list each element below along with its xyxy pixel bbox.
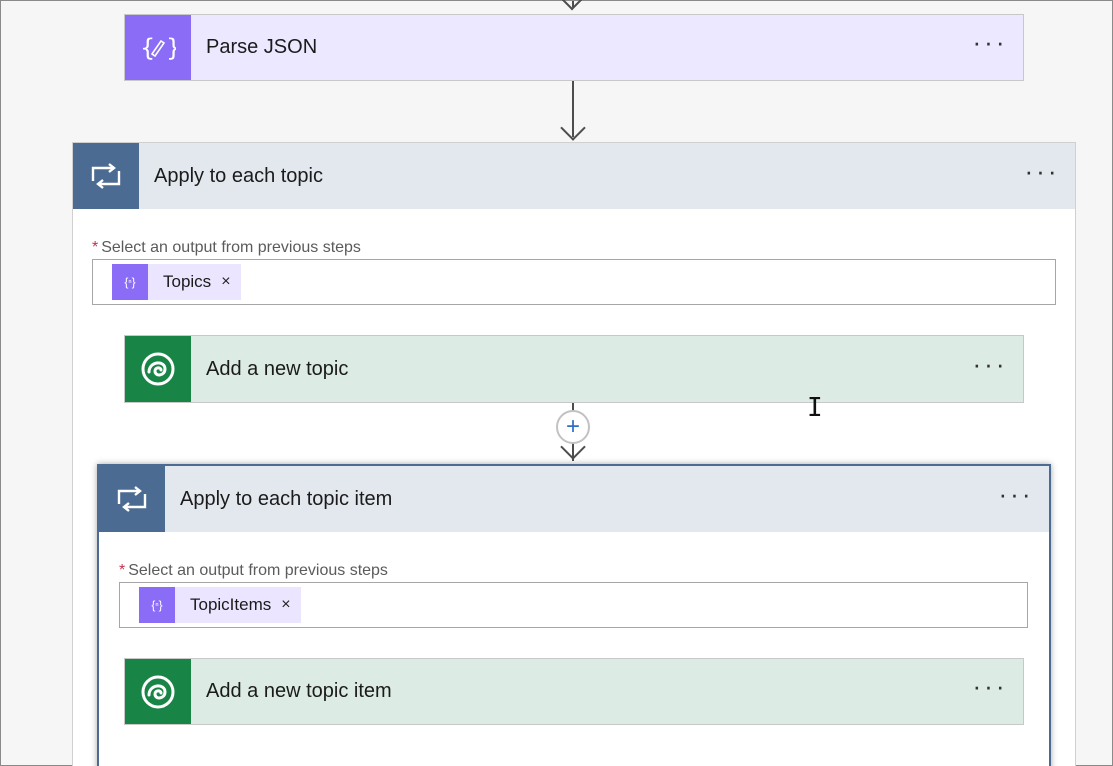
topics-token[interactable]: {ⁿ} Topics × — [112, 264, 241, 300]
apply-to-each-topic-item-title: Apply to each topic item — [180, 487, 393, 510]
add-new-topic-item-title: Add a new topic item — [206, 680, 392, 702]
topicitems-token-label: TopicItems — [190, 595, 272, 614]
topics-token-label: Topics — [163, 272, 212, 291]
outer-field-label-text: Select an output from previous steps — [101, 239, 361, 256]
loop-icon — [99, 466, 165, 532]
inner-output-field[interactable]: {ⁿ} TopicItems × — [119, 582, 1028, 628]
parse-json-title: Parse JSON — [206, 36, 318, 58]
parse-json-action[interactable]: { } Parse JSON ··· — [124, 14, 1024, 81]
apply-to-each-topic-item-header[interactable]: Apply to each topic item ··· — [99, 466, 1049, 532]
json-braces-icon: {ⁿ} — [139, 587, 175, 623]
apply-to-each-topic-item-more-menu[interactable]: ··· — [983, 466, 1049, 532]
required-marker: * — [92, 239, 99, 256]
json-braces-icon: { } — [125, 15, 191, 80]
add-new-topic-item-more-menu[interactable]: ··· — [957, 659, 1023, 724]
insert-step-button[interactable]: + — [556, 410, 590, 444]
dataverse-icon — [125, 336, 191, 402]
topics-token-remove-icon[interactable]: × — [219, 273, 240, 291]
svg-text:}: } — [166, 34, 176, 62]
topicitems-token[interactable]: {ⁿ} TopicItems × — [139, 587, 301, 623]
outer-field-label: * Select an output from previous steps — [92, 239, 361, 257]
apply-to-each-topic-title: Apply to each topic — [154, 164, 323, 187]
topicitems-token-remove-icon[interactable]: × — [279, 596, 300, 614]
add-new-topic-title: Add a new topic — [206, 357, 349, 380]
json-braces-icon: {ⁿ} — [112, 264, 148, 300]
parse-json-more-menu[interactable]: ··· — [957, 15, 1023, 80]
svg-text:{: { — [140, 34, 155, 62]
dataverse-icon — [125, 659, 191, 724]
text-cursor-icon: I — [807, 393, 823, 423]
required-marker: * — [119, 562, 126, 579]
outer-output-field[interactable]: {ⁿ} Topics × — [92, 259, 1056, 305]
add-new-topic-item-action[interactable]: Add a new topic item ··· — [124, 658, 1024, 725]
add-new-topic-action[interactable]: Add a new topic ··· — [124, 335, 1024, 403]
apply-to-each-topic-more-menu[interactable]: ··· — [1009, 143, 1075, 209]
add-new-topic-more-menu[interactable]: ··· — [957, 336, 1023, 402]
connector-top-arrowhead — [560, 0, 584, 11]
apply-to-each-topic-header[interactable]: Apply to each topic ··· — [73, 143, 1075, 209]
loop-icon — [73, 143, 139, 209]
connector-arrowhead — [560, 115, 586, 141]
inner-field-label-text: Select an output from previous steps — [128, 562, 388, 579]
inner-field-label: * Select an output from previous steps — [119, 562, 388, 580]
